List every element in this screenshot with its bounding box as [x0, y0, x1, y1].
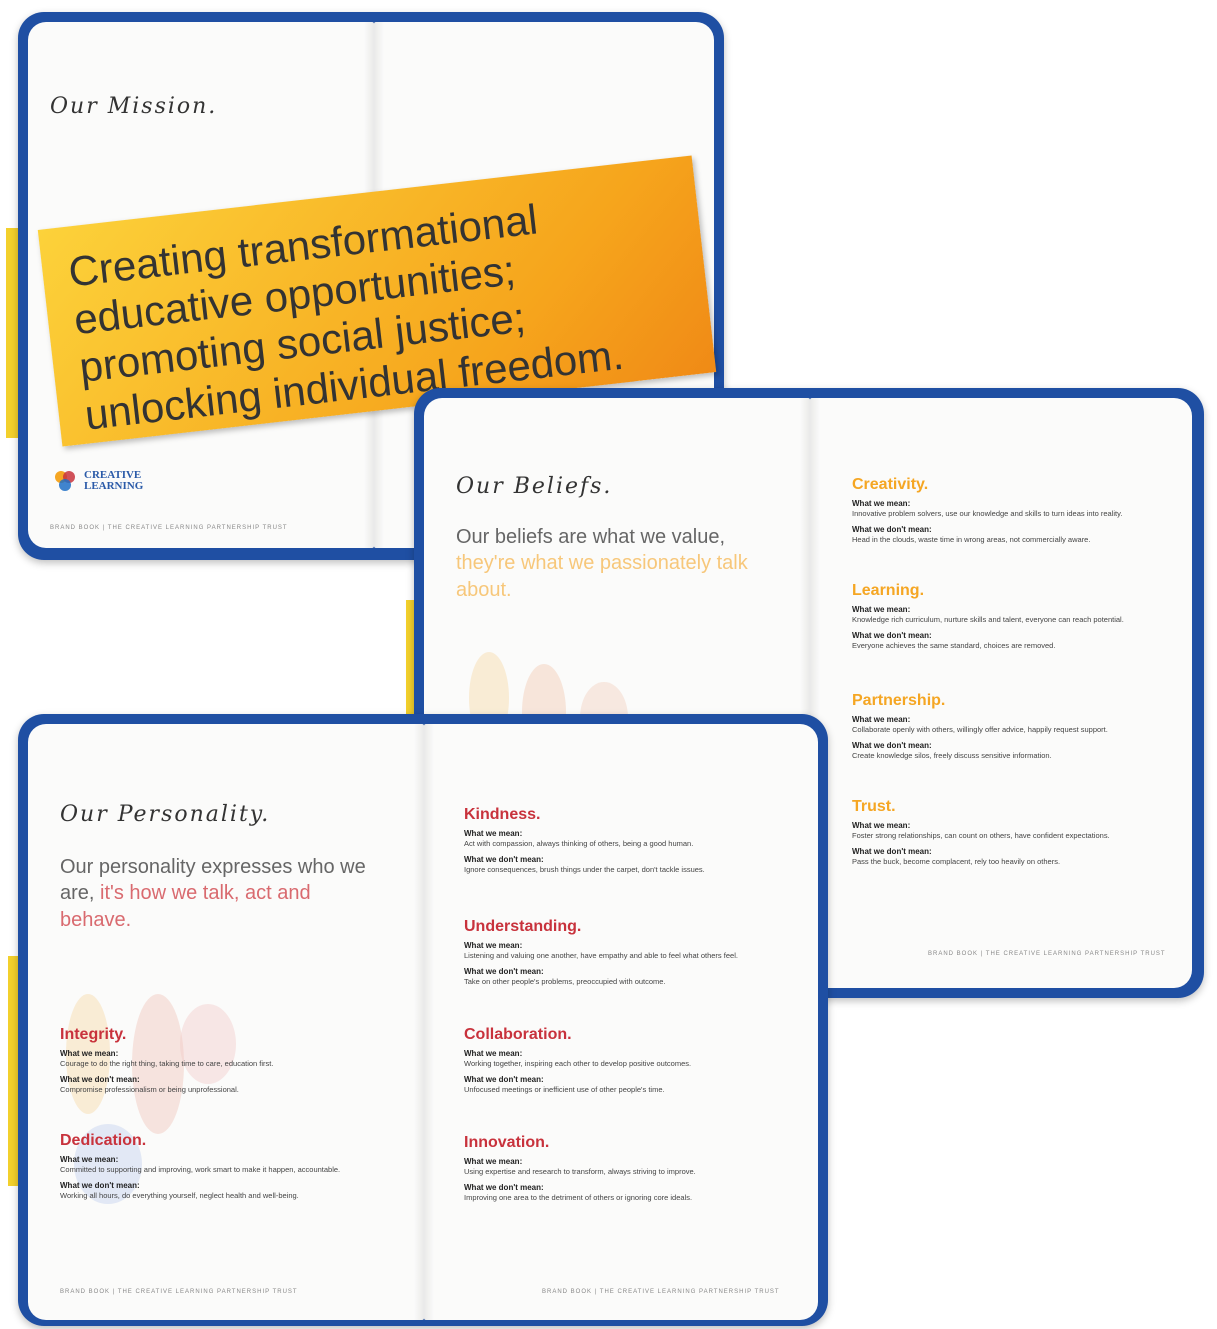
mean-label: What we mean: [852, 821, 911, 830]
page-fold [414, 724, 434, 1320]
dont-text: Everyone achieves the same standard, cho… [852, 640, 1056, 650]
dont-label: What we don't mean: [464, 1182, 544, 1192]
belief-title: Creativity. [852, 476, 929, 493]
mean-label: What we mean: [464, 1157, 523, 1166]
beliefs-intro-accent: they're what we passionately talk about. [456, 552, 748, 601]
dont-label: What we don't mean: [60, 1074, 140, 1084]
dont-label: What we don't mean: [852, 846, 932, 856]
personality-section: Collaboration. What we mean: Working tog… [464, 1026, 691, 1102]
mean-text: Act with compassion, always thinking of … [464, 838, 694, 848]
beliefs-right-page: Creativity. What we mean: Innovative pro… [800, 398, 1192, 988]
mission-footer: BRAND BOOK | THE CREATIVE LEARNING PARTN… [50, 525, 288, 531]
mean-text: Committed to supporting and improving, w… [60, 1164, 341, 1174]
dont-text: Ignore consequences, brush things under … [464, 864, 705, 874]
personality-title: Integrity. [60, 1026, 127, 1043]
mean-label: What we mean: [464, 1049, 523, 1058]
personality-heading: Our Personality. [60, 802, 271, 827]
dont-text: Improving one area to the detriment of o… [464, 1192, 693, 1202]
mean-text: Courage to do the right thing, taking ti… [60, 1058, 274, 1068]
mean-label: What we mean: [852, 605, 911, 614]
mission-heading: Our Mission. [50, 94, 218, 119]
belief-section: Learning. What we mean: Knowledge rich c… [852, 582, 1124, 658]
dont-label: What we don't mean: [464, 966, 544, 976]
personality-title: Innovation. [464, 1134, 550, 1151]
personality-title: Understanding. [464, 918, 582, 935]
personality-section: Understanding. What we mean: Listening a… [464, 918, 738, 994]
logo: CREATIVE LEARNING [52, 468, 144, 494]
logo-text: CREATIVE LEARNING [84, 469, 144, 492]
mean-label: What we mean: [852, 499, 911, 508]
personality-title: Kindness. [464, 806, 541, 823]
dont-text: Unfocused meetings or inefficient use of… [464, 1084, 665, 1094]
personality-footer-right: BRAND BOOK | THE CREATIVE LEARNING PARTN… [542, 1289, 780, 1295]
dont-text: Create knowledge silos, freely discuss s… [852, 750, 1052, 760]
dont-text: Take on other people's problems, preoccu… [464, 976, 666, 986]
mean-text: Foster strong relationships, can count o… [852, 830, 1110, 840]
logo-flower-icon [55, 471, 75, 491]
mean-text: Innovative problem solvers, use our know… [852, 508, 1123, 518]
belief-section: Trust. What we mean: Foster strong relat… [852, 798, 1110, 874]
personality-section: Kindness. What we mean: Act with compass… [464, 806, 705, 882]
personality-title: Collaboration. [464, 1026, 572, 1043]
dont-text: Pass the buck, become complacent, rely t… [852, 856, 1061, 866]
dont-label: What we don't mean: [852, 740, 932, 750]
mean-text: Knowledge rich curriculum, nurture skill… [852, 614, 1124, 624]
mean-label: What we mean: [464, 829, 523, 838]
dont-label: What we don't mean: [852, 524, 932, 534]
mean-label: What we mean: [852, 715, 911, 724]
dont-label: What we don't mean: [60, 1180, 140, 1190]
personality-footer-left: BRAND BOOK | THE CREATIVE LEARNING PARTN… [60, 1289, 298, 1295]
mean-text: Listening and valuing one another, have … [464, 950, 738, 960]
personality-section: Dedication. What we mean: Committed to s… [60, 1132, 340, 1208]
dont-text: Head in the clouds, waste time in wrong … [852, 534, 1091, 544]
belief-title: Trust. [852, 798, 896, 815]
belief-section: Creativity. What we mean: Innovative pro… [852, 476, 1122, 552]
belief-title: Partnership. [852, 692, 946, 709]
mean-text: Working together, inspiring each other t… [464, 1058, 692, 1068]
mean-label: What we mean: [60, 1155, 119, 1164]
beliefs-heading: Our Beliefs. [456, 474, 613, 499]
dont-text: Working all hours, do everything yoursel… [60, 1190, 299, 1200]
personality-title: Dedication. [60, 1132, 147, 1149]
dont-label: What we don't mean: [464, 854, 544, 864]
personality-section: Innovation. What we mean: Using expertis… [464, 1134, 696, 1210]
personality-left-page: Our Personality. Our personality express… [28, 724, 424, 1320]
personality-right-page: Kindness. What we mean: Act with compass… [414, 724, 818, 1320]
personality-intro: Our personality expresses who we are, it… [60, 854, 380, 933]
belief-section: Partnership. What we mean: Collaborate o… [852, 692, 1108, 768]
beliefs-footer: BRAND BOOK | THE CREATIVE LEARNING PARTN… [928, 951, 1166, 957]
beliefs-intro-plain: Our beliefs are what we value, [456, 526, 726, 548]
dont-label: What we don't mean: [852, 630, 932, 640]
mean-label: What we mean: [60, 1049, 119, 1058]
belief-title: Learning. [852, 582, 925, 599]
dont-label: What we don't mean: [464, 1074, 544, 1084]
personality-section: Integrity. What we mean: Courage to do t… [60, 1026, 273, 1102]
personality-intro-accent: it's how we talk, act and behave. [60, 882, 311, 931]
dont-text: Compromise professionalism or being unpr… [60, 1084, 239, 1094]
personality-book: Our Personality. Our personality express… [18, 714, 828, 1326]
mean-text: Collaborate openly with others, willingl… [852, 724, 1108, 734]
mean-label: What we mean: [464, 941, 523, 950]
beliefs-intro: Our beliefs are what we value, they're w… [456, 524, 766, 603]
mean-text: Using expertise and research to transfor… [464, 1166, 696, 1176]
